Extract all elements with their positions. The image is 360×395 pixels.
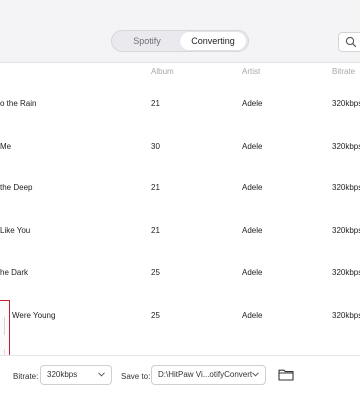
tab-spotify[interactable]: Spotify bbox=[114, 32, 180, 50]
track-artist: Adele bbox=[242, 142, 263, 151]
track-album: 25 bbox=[151, 268, 160, 277]
track-title: o the Rain bbox=[0, 99, 37, 108]
table-row[interactable]: Like You 21 Adele 320kbps bbox=[0, 226, 360, 268]
chevron-down-icon bbox=[252, 372, 259, 377]
track-bitrate: 320kbps bbox=[332, 99, 360, 108]
track-artist: Adele bbox=[242, 268, 263, 277]
track-artist: Adele bbox=[242, 226, 263, 235]
track-album: 25 bbox=[151, 311, 160, 320]
column-artist: Artist bbox=[242, 67, 261, 76]
track-bitrate: 320kbps bbox=[332, 226, 360, 235]
track-title: Me bbox=[0, 142, 12, 151]
track-title: Like You bbox=[0, 226, 31, 235]
track-title: Were Young bbox=[12, 311, 56, 320]
thumbnail-divider bbox=[4, 317, 5, 335]
table-row[interactable]: Me 30 Adele 320kbps bbox=[0, 142, 360, 184]
tab-switcher: Spotify Converting bbox=[111, 30, 249, 52]
table-row[interactable]: o the Rain 21 Adele 320kbps bbox=[0, 99, 360, 141]
track-artist: Adele bbox=[242, 183, 263, 192]
search-box[interactable] bbox=[338, 32, 360, 52]
column-album: Album bbox=[151, 67, 174, 76]
bitrate-value: 320kbps bbox=[47, 370, 78, 379]
table-header: Album Artist Bitrate bbox=[0, 62, 360, 82]
track-title: he Dark bbox=[0, 268, 29, 277]
bitrate-label: Bitrate: bbox=[13, 372, 39, 381]
tab-converting[interactable]: Converting bbox=[180, 32, 246, 50]
save-path-dropdown[interactable]: D:\HitPaw Vi...otifyConvert bbox=[151, 365, 266, 385]
track-bitrate: 320kbps bbox=[332, 311, 360, 320]
table-row[interactable]: he Dark 25 Adele 320kbps bbox=[0, 268, 360, 310]
track-album: 21 bbox=[151, 99, 160, 108]
bitrate-dropdown[interactable]: 320kbps bbox=[40, 365, 112, 385]
save-to-label: Save to: bbox=[121, 372, 151, 381]
chevron-down-icon bbox=[98, 372, 105, 377]
bottom-bar: Bitrate: 320kbps Save to: D:\HitPaw Vi..… bbox=[0, 355, 360, 395]
track-bitrate: 320kbps bbox=[332, 183, 360, 192]
search-icon bbox=[345, 36, 357, 48]
track-bitrate: 320kbps bbox=[332, 142, 360, 151]
column-bitrate: Bitrate bbox=[332, 67, 356, 76]
track-album: 21 bbox=[151, 226, 160, 235]
track-artist: Adele bbox=[242, 311, 263, 320]
track-album: 30 bbox=[151, 142, 160, 151]
track-title: the Deep bbox=[0, 183, 33, 192]
folder-icon[interactable] bbox=[278, 368, 294, 381]
track-album: 21 bbox=[151, 183, 160, 192]
save-path-value: D:\HitPaw Vi...otifyConvert bbox=[158, 370, 253, 379]
app-window: Spotify Converting Album Artist Bitrate … bbox=[0, 0, 360, 395]
table-row[interactable]: Were Young 25 Adele 320kbps bbox=[0, 311, 360, 353]
track-bitrate: 320kbps bbox=[332, 268, 360, 277]
track-artist: Adele bbox=[242, 99, 263, 108]
table-row[interactable]: the Deep 21 Adele 320kbps bbox=[0, 183, 360, 225]
top-bar: Spotify Converting bbox=[0, 0, 360, 63]
